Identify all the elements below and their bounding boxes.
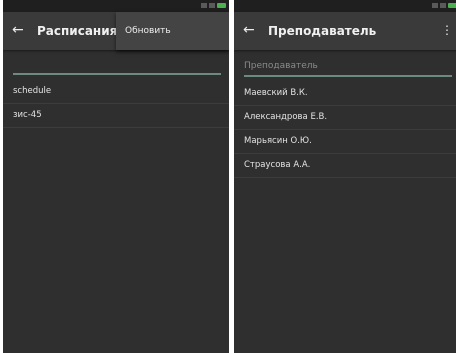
app-bar: ← Расписания Обновить xyxy=(3,12,229,50)
wifi-icon xyxy=(209,3,215,8)
signal-icon xyxy=(432,3,438,8)
search-underline xyxy=(244,75,452,77)
teacher-screen: ← Преподаватель ⋮ Маевский В.К. Александ… xyxy=(234,0,456,353)
wifi-icon xyxy=(440,3,446,8)
back-arrow-icon[interactable]: ← xyxy=(12,22,24,38)
battery-icon xyxy=(448,3,456,8)
list-item[interactable]: Страусова А.А. xyxy=(234,154,456,178)
page-title: Преподаватель xyxy=(268,24,377,38)
search-underline xyxy=(13,73,221,75)
page-title: Расписания xyxy=(37,24,118,38)
search-input[interactable] xyxy=(13,56,221,72)
list-item[interactable]: зис-45 xyxy=(3,104,229,128)
teacher-search-input[interactable] xyxy=(244,58,452,74)
status-bar xyxy=(3,0,229,12)
list-item[interactable]: Марьясин О.Ю. xyxy=(234,130,456,154)
list-item[interactable]: Александрова Е.В. xyxy=(234,106,456,130)
schedule-list: schedule зис-45 xyxy=(3,80,229,128)
list-item[interactable]: schedule xyxy=(3,80,229,104)
app-bar: ← Преподаватель ⋮ xyxy=(234,12,456,50)
signal-icon xyxy=(201,3,207,8)
refresh-menu-item[interactable]: Обновить xyxy=(125,26,171,36)
schedules-screen: ← Расписания Обновить schedule зис-45 xyxy=(3,0,229,353)
back-arrow-icon[interactable]: ← xyxy=(243,22,255,38)
teacher-list: Маевский В.К. Александрова Е.В. Марьясин… xyxy=(234,82,456,178)
overflow-menu-icon[interactable]: ⋮ xyxy=(441,23,453,37)
status-bar xyxy=(234,0,456,12)
overflow-menu-popup: Обновить xyxy=(116,12,229,50)
list-item[interactable]: Маевский В.К. xyxy=(234,82,456,106)
battery-icon xyxy=(217,3,226,8)
